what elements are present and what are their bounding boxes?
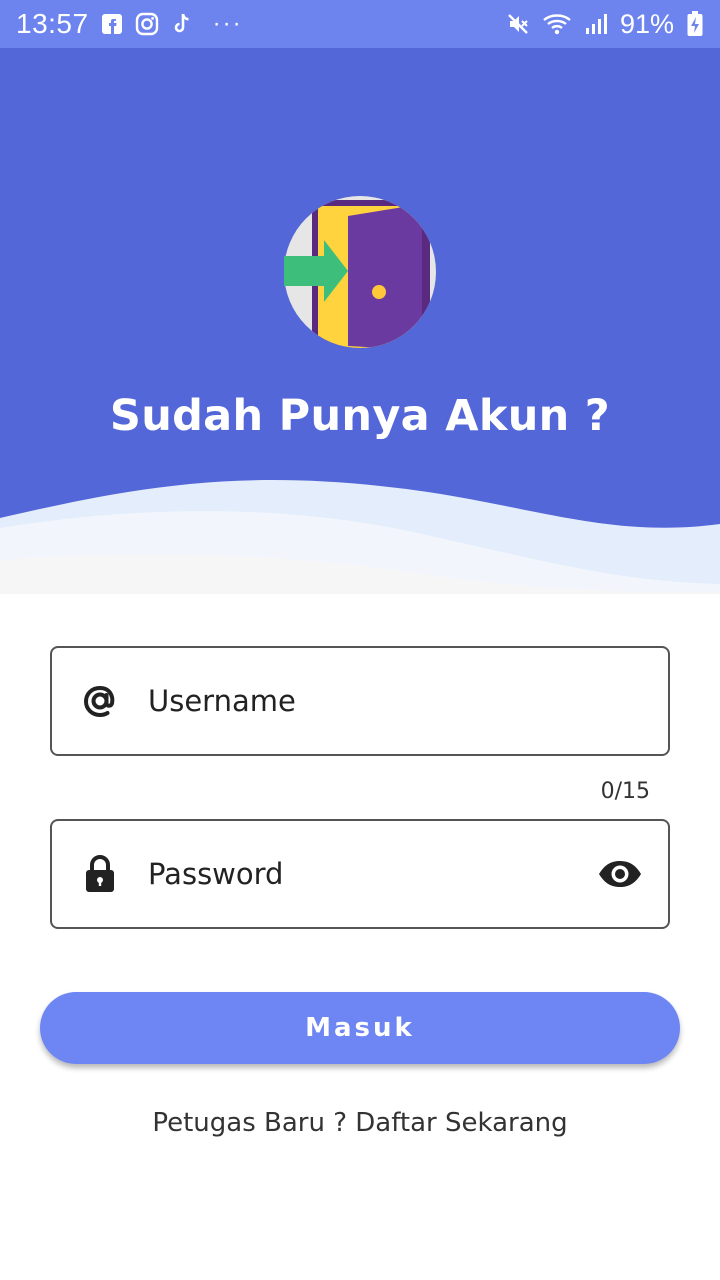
battery-percentage: 91% — [619, 8, 674, 39]
status-time: 13:57 — [16, 8, 89, 39]
password-field[interactable] — [50, 819, 670, 929]
tiktok-icon — [171, 12, 193, 36]
status-bar-right: 91% — [506, 9, 704, 40]
facebook-icon — [101, 13, 123, 35]
header-banner: Sudah Punya Akun ? — [0, 48, 720, 594]
battery-charging-icon — [686, 11, 704, 37]
more-notifications-icon: ··· — [212, 10, 243, 37]
header-wave-decoration — [0, 480, 720, 594]
register-link[interactable]: Petugas Baru ? Daftar Sekarang — [0, 1108, 720, 1138]
login-button[interactable]: Masuk — [40, 992, 680, 1064]
mute-icon — [506, 12, 530, 36]
username-char-counter: 0/15 — [600, 779, 650, 804]
username-input[interactable] — [148, 648, 668, 754]
at-icon — [52, 682, 148, 720]
lock-icon — [52, 854, 148, 894]
page-title: Sudah Punya Akun ? — [109, 391, 611, 441]
username-field[interactable] — [50, 646, 670, 756]
wifi-icon — [542, 12, 572, 36]
instagram-icon — [135, 12, 159, 36]
password-input[interactable] — [148, 821, 572, 927]
signal-icon — [584, 12, 608, 36]
status-bar-left: 13:57 ··· — [16, 8, 243, 40]
eye-icon[interactable] — [572, 859, 668, 889]
status-bar: 13:57 ··· 91% — [0, 0, 720, 48]
door-enter-icon — [282, 194, 438, 350]
